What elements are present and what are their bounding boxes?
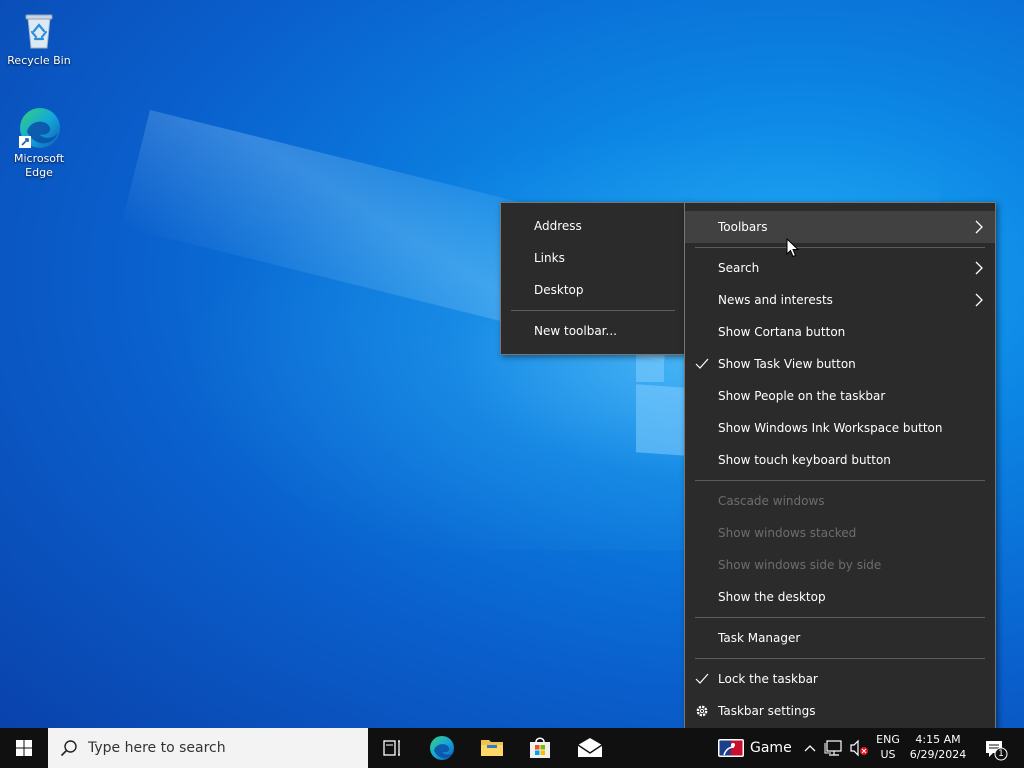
address-label: Address [534,219,582,233]
task-view-button[interactable] [370,728,414,768]
taskbar-settings-item[interactable]: Taskbar settings [685,695,995,727]
microsoft-edge-label: Microsoft Edge [13,152,65,179]
task-view-icon [383,740,400,756]
search-menu-item[interactable]: Search [685,252,995,284]
clock-date: 6/29/2024 [909,748,967,761]
file-explorer-taskbar-button[interactable] [468,728,516,768]
people-label: Show People on the taskbar [718,389,886,403]
checkmark-icon [695,673,709,684]
show-task-view-button-item[interactable]: Show Task View button [685,348,995,380]
task-view-label: Show Task View button [718,357,856,371]
touch-keyboard-label: Show touch keyboard button [718,453,891,467]
taskbar-context-menu: Toolbars Search News and interests Show … [684,202,996,734]
cascade-windows-item: Cascade windows [685,485,995,517]
chevron-right-icon [975,220,983,234]
network-icon [824,740,842,756]
taskbar: Type here to search Game ENG US 4:15 AM … [0,728,1024,768]
menu-separator [511,310,675,311]
chevron-right-icon [975,261,983,275]
settings-label: Taskbar settings [718,704,816,718]
menu-separator [695,617,985,618]
search-placeholder: Type here to search [88,740,226,756]
new-toolbar-label: New toolbar... [534,324,617,338]
news-and-interests-menu-item[interactable]: News and interests [685,284,995,316]
desktop-label: Desktop [534,283,584,297]
show-cortana-button-item[interactable]: Show Cortana button [685,316,995,348]
volume-button[interactable] [848,728,870,768]
links-label: Links [534,251,565,265]
recycle-bin-desktop-icon[interactable]: Recycle Bin [1,8,77,68]
taskbar-search-box[interactable]: Type here to search [48,728,368,768]
edge-icon [17,106,61,150]
folder-icon [481,740,503,756]
news-label: News and interests [718,293,833,307]
recycle-bin-label: Recycle Bin [7,54,71,67]
toolbar-desktop-item[interactable]: Desktop [501,274,685,306]
show-people-item[interactable]: Show People on the taskbar [685,380,995,412]
start-button[interactable] [0,728,48,768]
mail-taskbar-button[interactable] [566,728,614,768]
lock-label: Lock the taskbar [718,672,818,686]
action-center-button[interactable]: 1 [976,728,1016,768]
volume-muted-icon [850,739,868,757]
show-windows-side-by-side-item: Show windows side by side [685,549,995,581]
edge-taskbar-button[interactable] [418,728,466,768]
cascade-label: Cascade windows [718,494,825,508]
mouse-cursor-icon [786,238,800,258]
mail-icon [577,738,603,757]
edge-icon [430,736,454,760]
clock-time: 4:15 AM [915,733,961,746]
show-the-desktop-item[interactable]: Show the desktop [685,581,995,613]
language-region: US [880,748,896,761]
toolbars-menu-item[interactable]: Toolbars [685,211,995,243]
clock-button[interactable]: 4:15 AM 6/29/2024 [906,732,970,762]
input-language-button[interactable]: ENG US [872,732,904,762]
side-by-side-label: Show windows side by side [718,558,882,572]
toolbars-label: Toolbars [718,220,768,234]
language-code: ENG [876,733,900,746]
toolbars-submenu: Address Links Desktop New toolbar... [500,202,686,355]
ink-label: Show Windows Ink Workspace button [718,421,943,435]
stacked-label: Show windows stacked [718,526,857,540]
news-label: Game [750,740,792,756]
windows-logo-icon [16,740,32,756]
lock-the-taskbar-item[interactable]: Lock the taskbar [685,663,995,695]
show-windows-stacked-item: Show windows stacked [685,517,995,549]
new-toolbar-item[interactable]: New toolbar... [501,315,685,347]
news-and-interests-button[interactable]: Game [716,728,792,768]
search-icon [60,740,77,757]
microsoft-store-taskbar-button[interactable] [516,728,564,768]
toolbar-links-item[interactable]: Links [501,242,685,274]
show-touch-keyboard-item[interactable]: Show touch keyboard button [685,444,995,476]
menu-separator [695,247,985,248]
task-manager-label: Task Manager [718,631,801,645]
gear-icon [696,705,708,717]
chevron-right-icon [975,293,983,307]
recycle-bin-icon [17,8,61,52]
notification-icon [986,741,1008,761]
task-manager-item[interactable]: Task Manager [685,622,995,654]
microsoft-edge-desktop-icon[interactable]: Microsoft Edge [1,106,77,180]
chevron-up-icon [804,745,816,752]
cortana-label: Show Cortana button [718,325,846,339]
notification-count: 1 [998,749,1004,759]
store-icon [530,737,550,758]
menu-separator [695,658,985,659]
menu-separator [695,480,985,481]
show-hidden-icons-button[interactable] [800,728,820,768]
search-label: Search [718,261,760,275]
mlb-logo-icon [718,739,744,757]
network-button[interactable] [822,728,846,768]
toolbar-address-item[interactable]: Address [501,210,685,242]
show-ink-workspace-item[interactable]: Show Windows Ink Workspace button [685,412,995,444]
show-desktop-label: Show the desktop [718,590,826,604]
checkmark-icon [695,358,709,369]
